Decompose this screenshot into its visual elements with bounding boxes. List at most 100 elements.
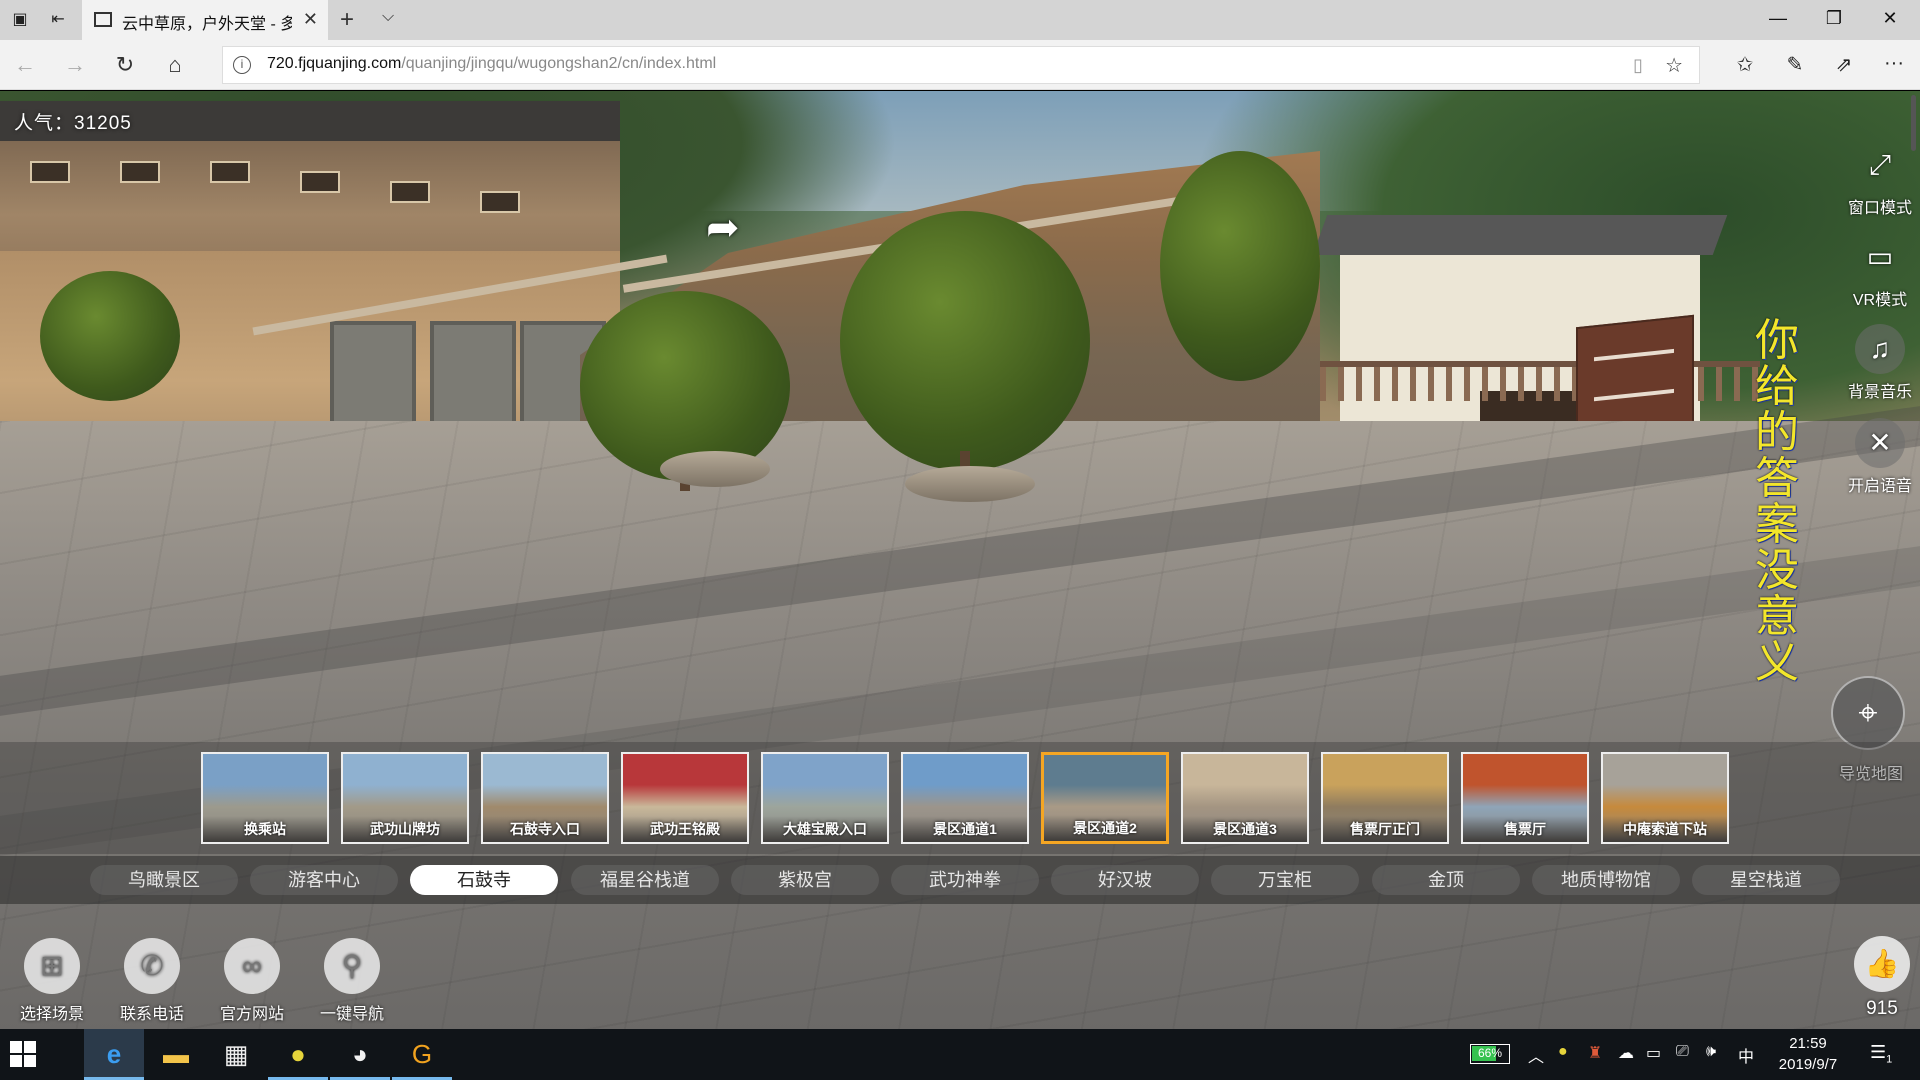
scene-category-tab[interactable]: 地质博物馆	[1532, 865, 1680, 895]
edge-browser-icon[interactable]: e	[84, 1029, 144, 1080]
scene-thumbnail-label: 换乘站	[203, 816, 327, 842]
close-window-icon[interactable]: ✕	[1878, 8, 1902, 29]
scene-category-tab[interactable]: 鸟瞰景区	[90, 865, 238, 895]
info-icon[interactable]: i	[233, 56, 251, 74]
balcony	[1320, 361, 1760, 401]
scene-thumbnail-label: 大雄宝殿入口	[763, 816, 887, 842]
page-scrollbar[interactable]	[1908, 91, 1920, 1029]
voice-label: 开启语音	[1847, 478, 1912, 495]
tree	[840, 211, 1090, 471]
map-icon: ⌖	[1858, 694, 1878, 732]
store-icon[interactable]: ▦	[206, 1029, 266, 1080]
scene-category-tab[interactable]: 星空栈道	[1692, 865, 1840, 895]
browser-tab-bar: ▣ ⇤ 云中草原，户外天堂 - 多 ✕ + ⌵ — ❐ ✕	[0, 0, 1920, 40]
notification-center-icon[interactable]: ☰1	[1870, 1042, 1892, 1066]
back-icon[interactable]: ←	[12, 52, 38, 78]
url-text[interactable]: 720.fjquanjing.com/quanjing/jingqu/wugon…	[267, 55, 716, 73]
g-app-icon[interactable]: G	[392, 1029, 452, 1080]
scene-thumbnail[interactable]: 大雄宝殿入口	[761, 752, 889, 844]
lyric-overlay: 你给的答案没意义	[1755, 315, 1799, 688]
scene-thumbnail[interactable]: 石鼓寺入口	[481, 752, 609, 844]
scene-thumbnail[interactable]: 售票厅	[1461, 752, 1589, 844]
scene-category-tab[interactable]: 武功神拳	[891, 865, 1039, 895]
battery-icon[interactable]: ▭	[1646, 1043, 1661, 1063]
scene-category-tab[interactable]: 福星谷栈道	[571, 865, 719, 895]
chevron-up-icon[interactable]: ︿	[1528, 1043, 1544, 1067]
windows-start-icon[interactable]	[10, 1041, 36, 1067]
scene-category-tab[interactable]: 游客中心	[250, 865, 398, 895]
refresh-icon[interactable]: ↻	[112, 52, 138, 78]
set-aside-tabs-icon[interactable]: ⇤	[46, 8, 70, 32]
forward-icon[interactable]: →	[62, 52, 88, 78]
planter	[660, 451, 770, 487]
scene-thumbnail[interactable]: 售票厅正门	[1321, 752, 1449, 844]
scene-category-tab[interactable]: 紫极宫	[731, 865, 879, 895]
guide-map-button[interactable]: ⌖	[1831, 676, 1905, 750]
address-field[interactable]: i 720.fjquanjing.com/quanjing/jingqu/wug…	[222, 46, 1700, 84]
close-tab-icon[interactable]: ✕	[303, 9, 318, 30]
phone-icon: ✆	[124, 938, 180, 994]
background-music-label: 背景音乐	[1847, 384, 1912, 401]
scene-thumbnail-label: 景区通道2	[1044, 815, 1166, 841]
scene-thumbnail-strip: 换乘站 武功山牌坊 石鼓寺入口 武功王铭殿 大雄宝殿入口 景区通道1 景区通道2 景区通道3 售…	[0, 742, 1920, 854]
scene-thumbnail-label: 景区通道3	[1183, 816, 1307, 842]
scene-thumbnail[interactable]: 中庵索道下站	[1601, 752, 1729, 844]
planter	[905, 466, 1035, 502]
scene-thumbnail-label: 景区通道1	[903, 816, 1027, 842]
favorites-icon[interactable]: ✩	[1731, 52, 1759, 77]
clock[interactable]: 21:59 2019/9/7	[1766, 1033, 1850, 1075]
battery-indicator[interactable]: 66%	[1470, 1044, 1510, 1064]
cloud-icon[interactable]: ☁	[1618, 1043, 1634, 1063]
address-toolbar: ← → ↻ ⌂ i 720.fjquanjing.com/quanjing/ji…	[0, 40, 1920, 90]
qq-icon[interactable]: ◕	[330, 1029, 390, 1080]
scene-thumbnail-label: 售票厅	[1463, 816, 1587, 842]
network-icon[interactable]: ⎚	[1676, 1043, 1689, 1061]
file-explorer-icon[interactable]: ▬	[146, 1029, 206, 1080]
scene-thumbnail[interactable]: 换乘站	[201, 752, 329, 844]
more-icon[interactable]: ···	[1880, 52, 1908, 75]
volume-icon[interactable]: 🕪	[1706, 1043, 1716, 1061]
official-site-button[interactable]: ∞ 官方网站	[207, 938, 297, 1024]
thumbs-up-icon: 👍	[1864, 948, 1900, 979]
scene-thumbnail[interactable]: 景区通道3	[1181, 752, 1309, 844]
hotspot-arrow-icon[interactable]: ➦	[706, 205, 740, 251]
vr-mode-label: VR模式	[1852, 292, 1908, 309]
official-site-label: 官方网站	[219, 1006, 284, 1023]
notification-count: 1	[1886, 1053, 1893, 1066]
tray-security-icon[interactable]: ♜	[1588, 1043, 1602, 1063]
voice-off-icon: ✕	[1855, 418, 1905, 468]
restore-icon[interactable]: ❐	[1822, 8, 1846, 29]
contact-phone-button[interactable]: ✆ 联系电话	[107, 938, 197, 1024]
reading-view-icon[interactable]: ▯	[1633, 55, 1643, 76]
scene-category-bar: 鸟瞰景区 游客中心 石鼓寺 福星谷栈道 紫极宫 武功神拳 好汉坡 万宝柜 金顶 地质博物馆 星空栈道	[0, 856, 1920, 904]
scene-thumbnail[interactable]: 武功山牌坊	[341, 752, 469, 844]
scene-category-tab[interactable]: 万宝柜	[1211, 865, 1359, 895]
battery-percent: 66%	[1477, 1046, 1503, 1060]
music-off-icon: ♫	[1855, 324, 1905, 374]
scene-category-tab[interactable]: 石鼓寺	[410, 865, 558, 895]
share-icon[interactable]: ⇗	[1830, 52, 1858, 77]
home-icon[interactable]: ⌂	[162, 52, 188, 78]
tray-app-icon[interactable]: ●	[1558, 1043, 1568, 1061]
scene-thumbnail[interactable]: 武功王铭殿	[621, 752, 749, 844]
browser-tab[interactable]: 云中草原，户外天堂 - 多 ✕	[82, 0, 328, 40]
ime-indicator[interactable]: 中	[1738, 1043, 1754, 1067]
like-button[interactable]: 👍	[1854, 936, 1910, 992]
scene-category-tab[interactable]: 好汉坡	[1051, 865, 1199, 895]
new-tab-icon[interactable]: +	[340, 6, 354, 34]
browser-app-icon[interactable]: ●	[268, 1029, 328, 1080]
select-scene-button[interactable]: ⊞ 选择场景	[7, 938, 97, 1024]
minimize-icon[interactable]: —	[1766, 8, 1790, 29]
favorite-star-icon[interactable]: ☆	[1665, 53, 1683, 78]
chevron-down-icon[interactable]: ⌵	[382, 8, 394, 26]
vr-headset-icon: ▭	[1866, 241, 1894, 272]
scene-category-tab[interactable]: 金顶	[1372, 865, 1520, 895]
scene-thumbnail[interactable]: 景区通道1	[901, 752, 1029, 844]
pen-icon[interactable]: ✎	[1781, 52, 1809, 77]
windows-taskbar: e ▬ ▦ ● ◕ G 66% ︿ ● ♜ ☁ ▭ ⎚ 🕪 中 21:59 20…	[0, 1029, 1920, 1080]
tab-actions-icon[interactable]: ▣	[8, 8, 32, 32]
navigate-label: 一键导航	[319, 1006, 384, 1023]
navigate-button[interactable]: ⚲ 一键导航	[307, 938, 397, 1024]
scene-thumbnail[interactable]: 景区通道2	[1041, 752, 1169, 844]
link-icon: ∞	[224, 938, 280, 994]
